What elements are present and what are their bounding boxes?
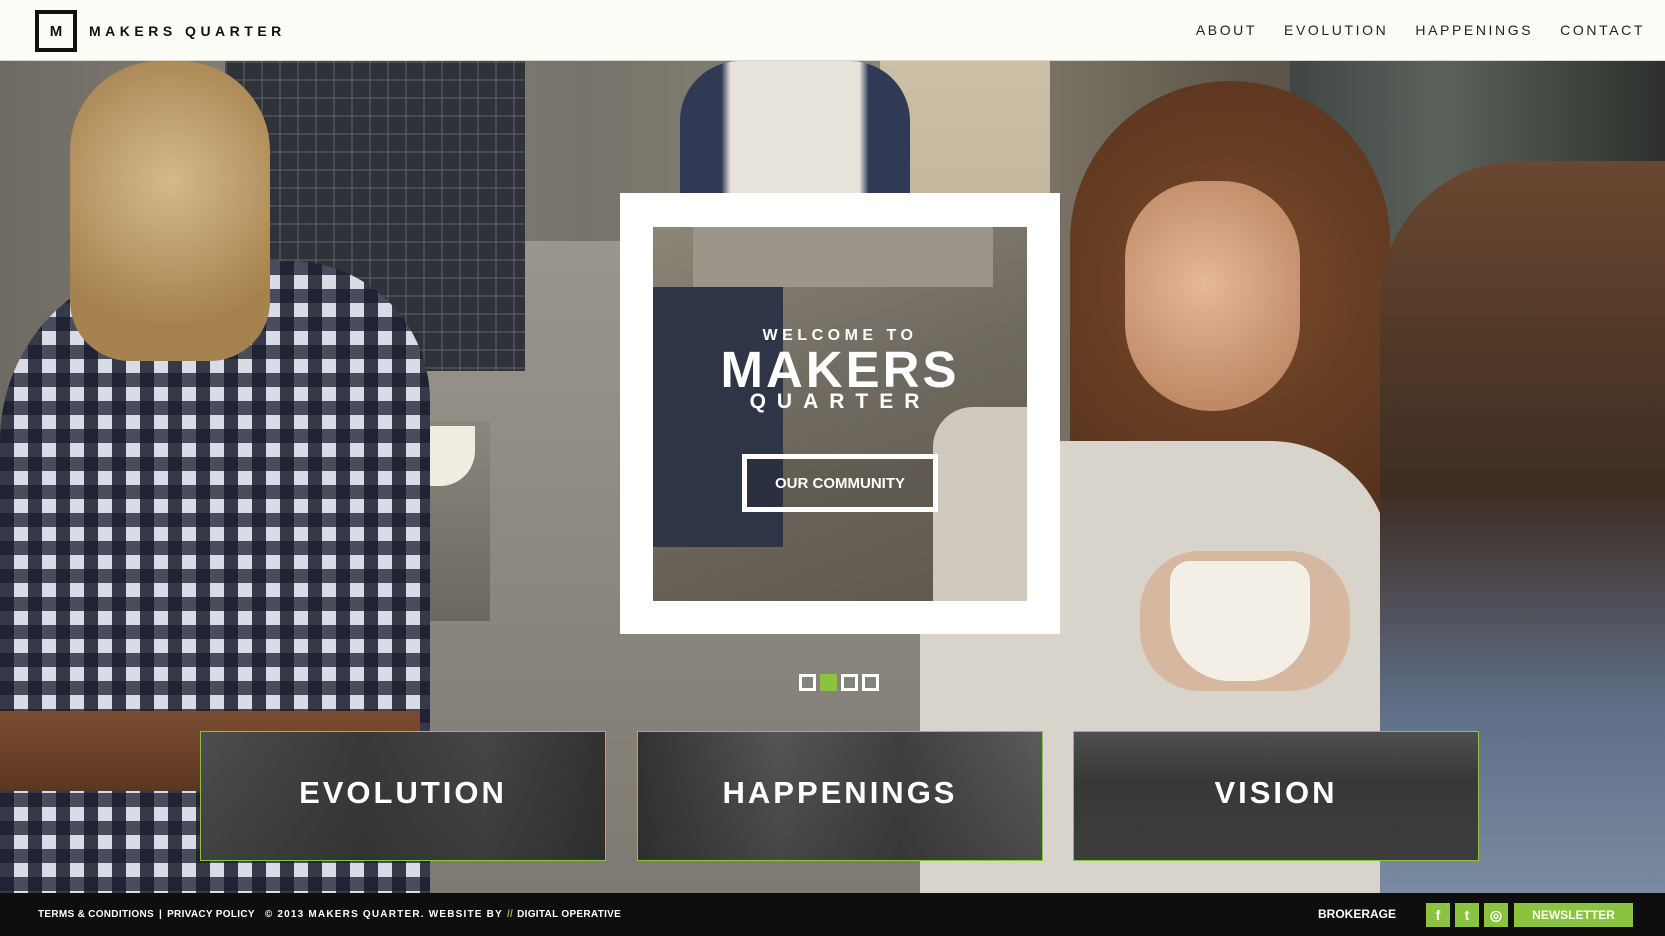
woman-face (1125, 181, 1300, 411)
welcome-subtitle: QUARTER (749, 390, 931, 413)
panel-photo-table (693, 227, 993, 287)
facebook-icon[interactable]: f (1426, 903, 1450, 927)
our-community-button[interactable]: OUR COMMUNITY (742, 454, 938, 512)
footer-separator: | (158, 909, 163, 920)
welcome-panel: WELCOME TO MAKERS QUARTER OUR COMMUNITY (653, 227, 1027, 601)
terms-link[interactable]: TERMS & CONDITIONS (38, 909, 154, 920)
main-nav: ABOUT EVOLUTION HAPPENINGS CONTACT (1169, 22, 1645, 38)
logo-text: MAKERS QUARTER (89, 23, 286, 39)
logo-mark: M (35, 10, 77, 52)
site-footer: TERMS & CONDITIONS | PRIVACY POLICY © 20… (0, 893, 1665, 936)
slide-dot-4[interactable] (862, 674, 879, 691)
slide-dot-3[interactable] (841, 674, 858, 691)
tile-vision-label: VISION (1214, 775, 1338, 810)
slide-dot-2[interactable] (820, 674, 837, 691)
tile-evolution[interactable]: EVOLUTION (200, 731, 606, 861)
tile-happenings-label: HAPPENINGS (722, 775, 958, 810)
blonde-hair (70, 61, 270, 361)
nav-evolution[interactable]: EVOLUTION (1284, 22, 1388, 38)
copyright-text: © 2013 MAKERS QUARTER. WEBSITE BY (264, 909, 503, 920)
newsletter-button[interactable]: NEWSLETTER (1514, 903, 1633, 927)
privacy-link[interactable]: PRIVACY POLICY (167, 909, 255, 920)
brokerage-link[interactable]: BROKERAGE (1318, 907, 1396, 921)
nav-about[interactable]: ABOUT (1196, 22, 1257, 38)
nav-contact[interactable]: CONTACT (1560, 22, 1645, 38)
slashes: // (506, 909, 514, 920)
panel-photo-sweater (933, 407, 1027, 601)
tile-evolution-label: EVOLUTION (299, 775, 507, 810)
twitter-icon[interactable]: t (1455, 903, 1479, 927)
site-header: M MAKERS QUARTER ABOUT EVOLUTION HAPPENI… (0, 0, 1665, 61)
slider-pagination (799, 674, 883, 691)
agency-link[interactable]: DIGITAL OPERATIVE (517, 909, 621, 920)
slide-dot-1[interactable] (799, 674, 816, 691)
tile-vision[interactable]: VISION (1073, 731, 1479, 861)
instagram-icon[interactable]: ◎ (1484, 903, 1508, 927)
site-logo[interactable]: M MAKERS QUARTER (35, 10, 286, 52)
tile-happenings[interactable]: HAPPENINGS (637, 731, 1043, 861)
nav-happenings[interactable]: HAPPENINGS (1415, 22, 1533, 38)
coffee-mug (1170, 561, 1310, 681)
footer-legal: TERMS & CONDITIONS | PRIVACY POLICY © 20… (38, 909, 621, 920)
